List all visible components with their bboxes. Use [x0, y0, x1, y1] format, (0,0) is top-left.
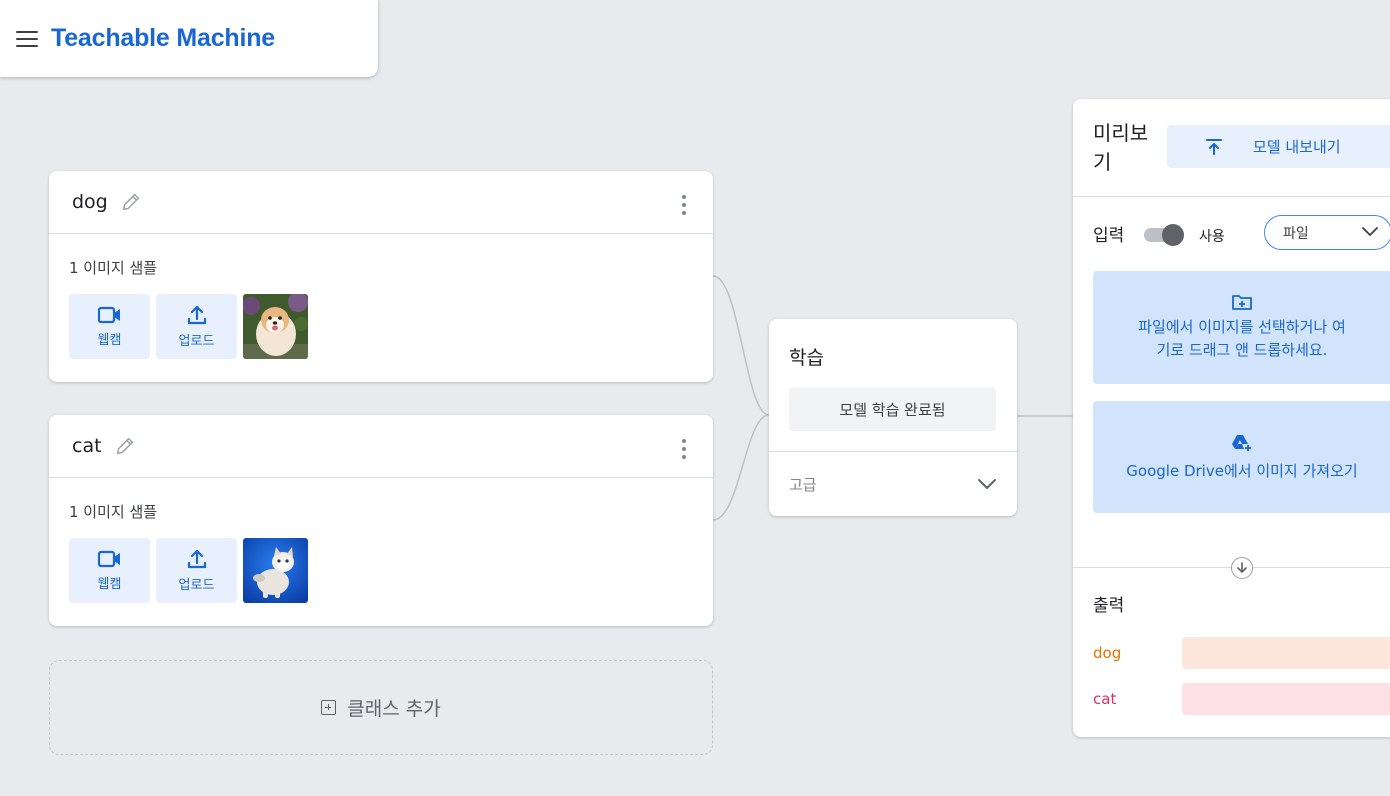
input-label: 입력 — [1093, 226, 1125, 246]
output-row-dog: dog — [1093, 637, 1390, 669]
input-source-select[interactable]: 파일 — [1264, 215, 1390, 250]
export-label: 모델 내보내기 — [1253, 138, 1341, 156]
upload-label: 업로드 — [178, 334, 215, 349]
video-camera-icon — [97, 550, 120, 568]
training-card: 학습 모델 학습 완료됨 고급 — [769, 319, 1017, 516]
edit-pencil-icon[interactable] — [120, 191, 142, 213]
chevron-down-icon — [978, 479, 996, 489]
upload-label: 업로드 — [178, 578, 215, 593]
toggle-label: 사용 — [1199, 229, 1225, 245]
drop-zone-text: 파일에서 이미지를 선택하거나 여기로 드래그 앤 드롭하세요. — [1138, 317, 1346, 359]
edit-pencil-icon[interactable] — [114, 435, 136, 457]
more-options-icon[interactable] — [681, 195, 687, 215]
input-toggle[interactable] — [1144, 224, 1184, 246]
menu-icon[interactable] — [16, 30, 38, 47]
upload-icon — [187, 305, 206, 325]
upload-icon — [187, 549, 206, 569]
add-box-icon — [321, 700, 337, 715]
advanced-label: 고급 — [789, 475, 817, 494]
class-header: cat — [49, 415, 713, 478]
upload-button[interactable]: 업로드 — [156, 294, 237, 359]
chevron-down-icon — [1362, 227, 1378, 236]
output-row-cat: cat — [1093, 683, 1390, 715]
add-class-label: 클래스 추가 — [347, 698, 441, 720]
google-drive-text: Google Drive에서 이미지 가져오기 — [1126, 461, 1358, 480]
samples-count: 1 이미지 샘플 — [69, 503, 158, 521]
webcam-button[interactable]: 웹캠 — [69, 538, 150, 603]
confidence-bar — [1182, 637, 1390, 669]
export-upload-icon — [1206, 138, 1222, 155]
class-name[interactable]: cat — [72, 435, 102, 457]
more-options-icon[interactable] — [681, 439, 687, 459]
upload-button[interactable]: 업로드 — [156, 538, 237, 603]
advanced-toggle[interactable]: 고급 — [769, 452, 1017, 516]
google-drive-add-icon — [1232, 434, 1251, 451]
output-class-name: cat — [1093, 690, 1117, 708]
divider — [1073, 196, 1390, 197]
sample-row: 웹캠 업로드 — [69, 294, 308, 359]
confidence-bar — [1182, 683, 1390, 715]
output-class-name: dog — [1093, 644, 1122, 662]
class-header: dog — [49, 171, 713, 234]
app-header: Teachable Machine — [0, 0, 378, 77]
sample-thumbnail-dog[interactable] — [243, 294, 308, 359]
training-title: 학습 — [789, 347, 824, 369]
class-card-cat: cat 1 이미지 샘플 웹캠 업로드 — [49, 415, 713, 626]
file-drop-zone[interactable]: 파일에서 이미지를 선택하거나 여기로 드래그 앤 드롭하세요. — [1093, 271, 1390, 384]
preview-panel: 미리보기 모델 내보내기 입력 사용 파일 파일에서 이미지를 선택하거나 여기… — [1073, 99, 1390, 737]
folder-plus-icon — [1232, 294, 1252, 310]
output-label: 출력 — [1093, 596, 1125, 616]
webcam-label: 웹캠 — [97, 333, 122, 348]
sample-row: 웹캠 업로드 — [69, 538, 308, 603]
export-model-button[interactable]: 모델 내보내기 — [1167, 125, 1390, 168]
class-card-dog: dog 1 이미지 샘플 웹캠 업로드 — [49, 171, 713, 382]
add-class-button[interactable]: 클래스 추가 — [49, 660, 713, 755]
arrow-down-icon — [1231, 557, 1253, 579]
train-model-button[interactable]: 모델 학습 완료됨 — [789, 387, 996, 431]
video-camera-icon — [97, 306, 120, 324]
webcam-button[interactable]: 웹캠 — [69, 294, 150, 359]
toggle-knob — [1162, 224, 1184, 246]
class-name[interactable]: dog — [72, 191, 108, 213]
select-value: 파일 — [1283, 225, 1309, 242]
app-title[interactable]: Teachable Machine — [51, 24, 275, 53]
sample-thumbnail-cat[interactable] — [243, 538, 308, 603]
webcam-label: 웹캠 — [97, 577, 122, 592]
preview-title: 미리보기 — [1093, 121, 1149, 174]
google-drive-import-button[interactable]: Google Drive에서 이미지 가져오기 — [1093, 401, 1390, 513]
samples-count: 1 이미지 샘플 — [69, 259, 158, 277]
